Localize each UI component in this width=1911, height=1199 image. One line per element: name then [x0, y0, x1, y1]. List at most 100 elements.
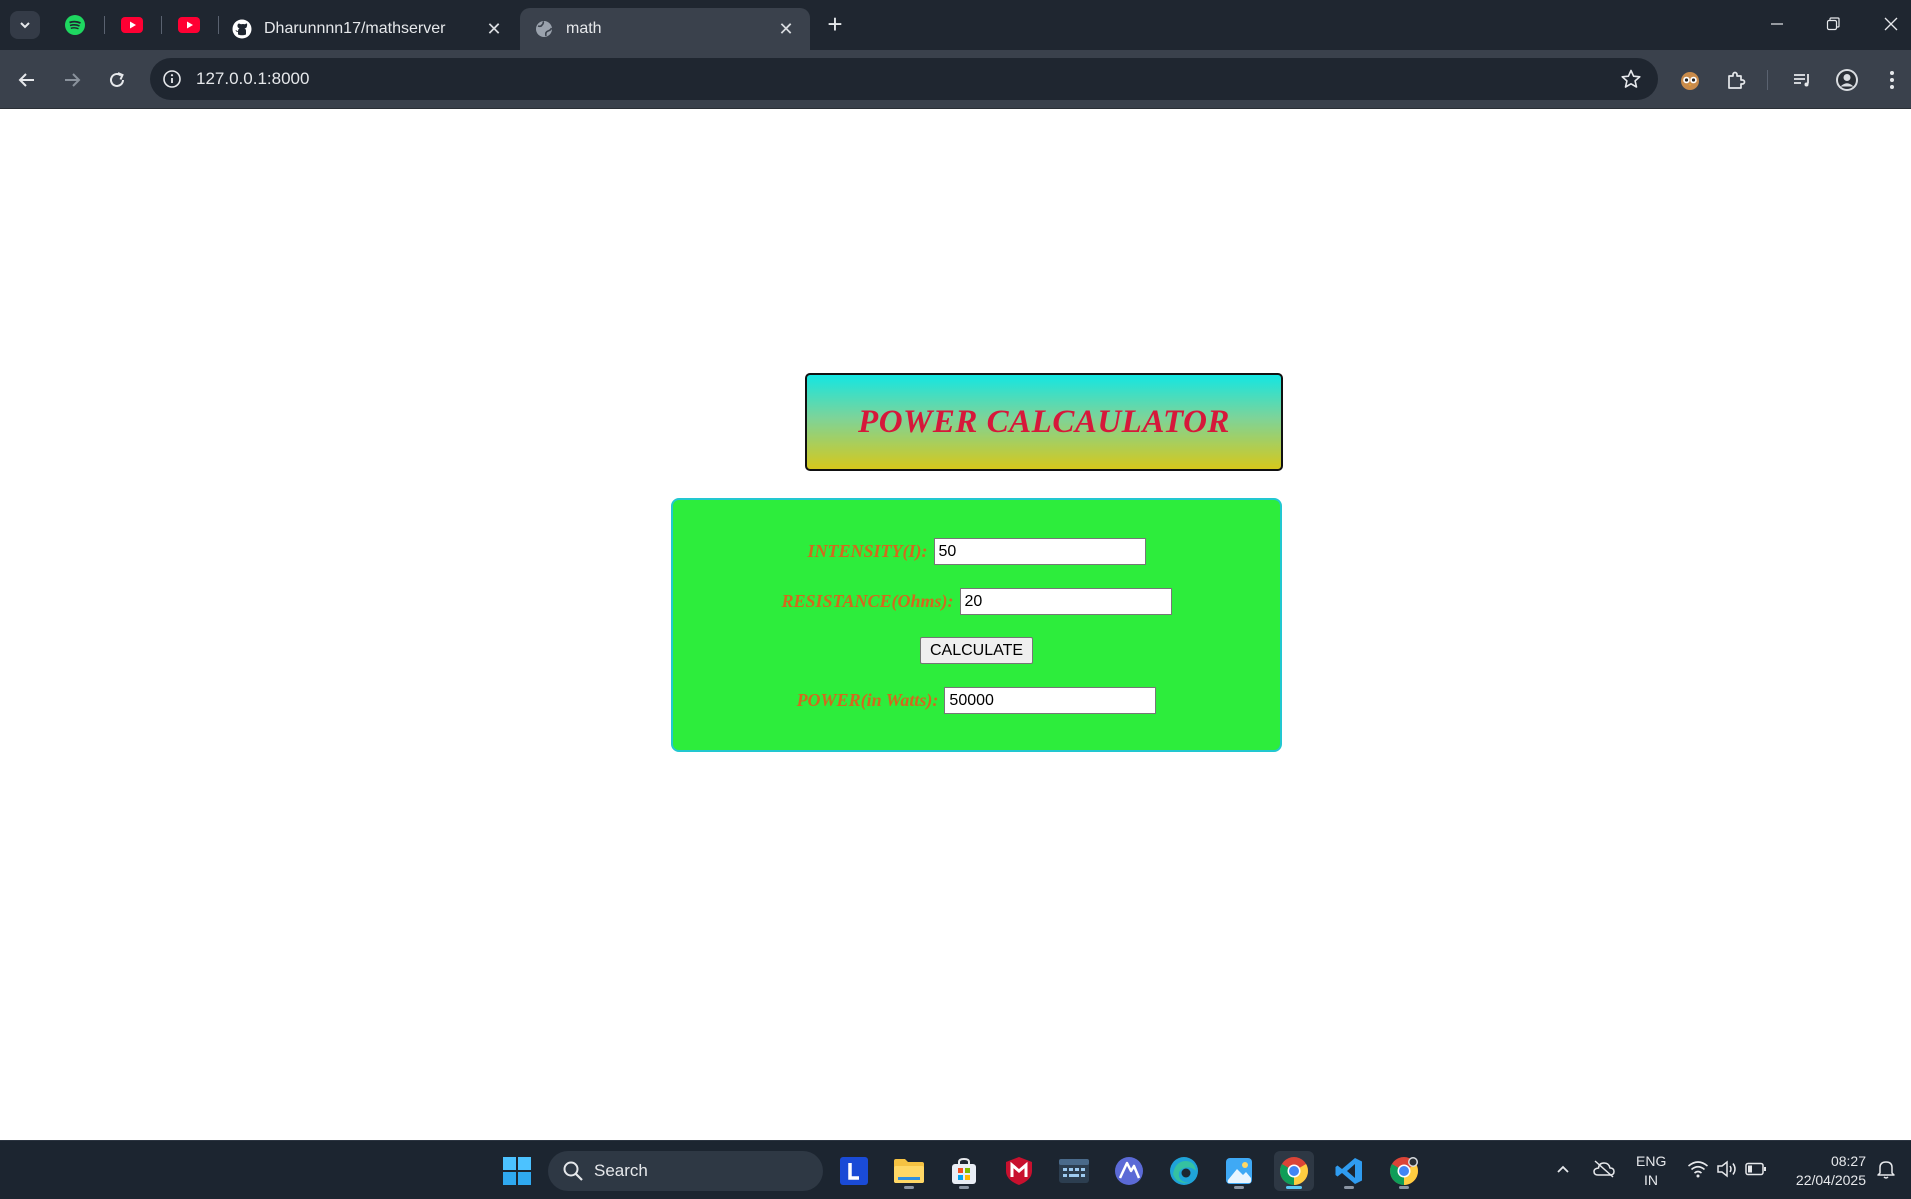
photos-icon — [1226, 1158, 1252, 1184]
profile-button[interactable] — [1833, 66, 1861, 94]
terminal-icon — [1059, 1159, 1089, 1183]
intensity-input[interactable] — [933, 538, 1146, 565]
running-indicator — [1344, 1186, 1354, 1189]
volume-status[interactable] — [1715, 1157, 1739, 1181]
search-icon — [563, 1161, 583, 1181]
running-indicator — [904, 1186, 914, 1189]
intensity-label: INTENSITY(I): — [807, 541, 928, 561]
wifi-status[interactable] — [1686, 1157, 1710, 1181]
bookmark-star-icon[interactable] — [1620, 68, 1642, 90]
cloud-off-icon — [1593, 1160, 1615, 1178]
more-vertical-icon — [1890, 71, 1894, 89]
back-button[interactable] — [12, 65, 42, 95]
menu-button[interactable] — [1878, 66, 1906, 94]
taskbar-arc-app[interactable] — [1109, 1151, 1149, 1191]
running-indicator — [1286, 1186, 1302, 1189]
windows-start-icon — [503, 1157, 531, 1185]
taskbar-file-explorer[interactable] — [889, 1151, 929, 1191]
bell-icon — [1877, 1161, 1895, 1179]
pinned-tab-spotify[interactable] — [62, 12, 88, 38]
taskbar-store[interactable] — [944, 1151, 984, 1191]
vscode-icon — [1335, 1158, 1362, 1184]
close-window-button[interactable] — [1876, 10, 1906, 38]
new-tab-button[interactable]: + — [822, 11, 848, 38]
close-icon[interactable]: ✕ — [776, 19, 796, 39]
arc-app-icon — [1115, 1157, 1143, 1185]
tab-strip: Dharunnnn17/mathserver ✕ math ✕ + — [0, 0, 1911, 50]
pinned-tab-youtube[interactable] — [119, 12, 145, 38]
language-code: ENG — [1636, 1153, 1667, 1169]
globe-icon — [534, 19, 554, 39]
running-indicator — [1399, 1186, 1409, 1189]
toolbar-separator — [1767, 70, 1768, 90]
resistance-input[interactable] — [959, 588, 1172, 615]
notifications-button[interactable] — [1874, 1157, 1898, 1181]
show-hidden-icons-button[interactable] — [1551, 1157, 1575, 1181]
taskbar-chrome-profile[interactable] — [1384, 1151, 1424, 1191]
power-row: POWER(in Watts): — [673, 687, 1280, 714]
close-icon — [1884, 17, 1898, 31]
title-banner: POWER CALCAULATOR — [805, 373, 1283, 471]
battery-status[interactable] — [1744, 1157, 1768, 1181]
language-indicator[interactable]: ENG IN — [1636, 1152, 1666, 1190]
search-label: Search — [594, 1161, 648, 1180]
url-text: 127.0.0.1:8000 — [196, 69, 310, 88]
chevron-down-icon — [20, 22, 30, 29]
site-info-icon[interactable] — [162, 69, 182, 89]
youtube-icon — [121, 17, 143, 33]
calculate-button[interactable]: CALCULATE — [919, 637, 1034, 664]
owl-extension-icon — [1681, 72, 1699, 90]
puzzle-icon — [1728, 71, 1746, 89]
power-label: POWER(in Watts): — [796, 690, 939, 710]
tab-search-button[interactable] — [10, 11, 40, 39]
running-indicator — [959, 1186, 969, 1189]
chevron-up-icon — [1557, 1165, 1569, 1173]
tab-github[interactable]: Dharunnnn17/mathserver ✕ — [218, 8, 518, 50]
extensions-button[interactable] — [1722, 66, 1750, 94]
extension-owl-button[interactable] — [1676, 66, 1704, 94]
address-bar[interactable]: 127.0.0.1:8000 — [150, 58, 1658, 100]
speaker-icon — [1717, 1160, 1736, 1178]
forward-button[interactable] — [57, 65, 87, 95]
tab-separator — [104, 16, 105, 34]
start-button[interactable] — [497, 1151, 537, 1191]
taskbar-chrome[interactable] — [1274, 1151, 1314, 1191]
taskbar: Search ENG IN 08:27 22/04/2025 — [0, 1140, 1911, 1199]
battery-icon — [1745, 1162, 1766, 1176]
taskbar-mcafee[interactable] — [999, 1151, 1039, 1191]
github-icon — [232, 19, 252, 39]
intensity-row: INTENSITY(I): — [673, 538, 1280, 565]
restore-icon — [1826, 17, 1840, 31]
restore-button[interactable] — [1818, 10, 1848, 38]
close-icon[interactable]: ✕ — [484, 19, 504, 39]
taskbar-app-l[interactable] — [834, 1151, 874, 1191]
minimize-button[interactable] — [1762, 10, 1792, 38]
taskbar-terminal[interactable] — [1054, 1151, 1094, 1191]
taskbar-photos[interactable] — [1219, 1151, 1259, 1191]
youtube-icon — [178, 17, 200, 33]
mcafee-icon — [1006, 1157, 1032, 1185]
reload-button[interactable] — [102, 65, 132, 95]
pinned-tab-youtube-2[interactable] — [176, 12, 202, 38]
taskbar-vscode[interactable] — [1329, 1151, 1369, 1191]
media-controls-button[interactable] — [1788, 66, 1816, 94]
region-code: IN — [1644, 1172, 1658, 1188]
running-indicator — [1234, 1186, 1244, 1189]
resistance-label: RESISTANCE(Ohms): — [781, 591, 954, 611]
wifi-icon — [1687, 1161, 1709, 1178]
arrow-left-icon — [18, 73, 34, 87]
clock-date: 22/04/2025 — [1795, 1172, 1866, 1188]
taskbar-clock[interactable]: 08:27 22/04/2025 — [1786, 1152, 1866, 1190]
power-output[interactable] — [944, 687, 1157, 714]
tab-math[interactable]: math ✕ — [520, 8, 810, 50]
onedrive-status[interactable] — [1592, 1157, 1616, 1181]
taskbar-edge[interactable] — [1164, 1151, 1204, 1191]
tab-title: Dharunnnn17/mathserver — [264, 20, 446, 37]
calculate-row: CALCULATE — [673, 637, 1280, 664]
resistance-row: RESISTANCE(Ohms): — [673, 588, 1280, 615]
page-viewport: POWER CALCAULATOR INTENSITY(I): RESISTAN… — [0, 110, 1911, 1140]
ms-store-icon — [952, 1157, 976, 1184]
taskbar-search[interactable]: Search — [548, 1151, 823, 1191]
page-title: POWER CALCAULATOR — [858, 403, 1230, 440]
avatar-icon — [1836, 69, 1858, 91]
